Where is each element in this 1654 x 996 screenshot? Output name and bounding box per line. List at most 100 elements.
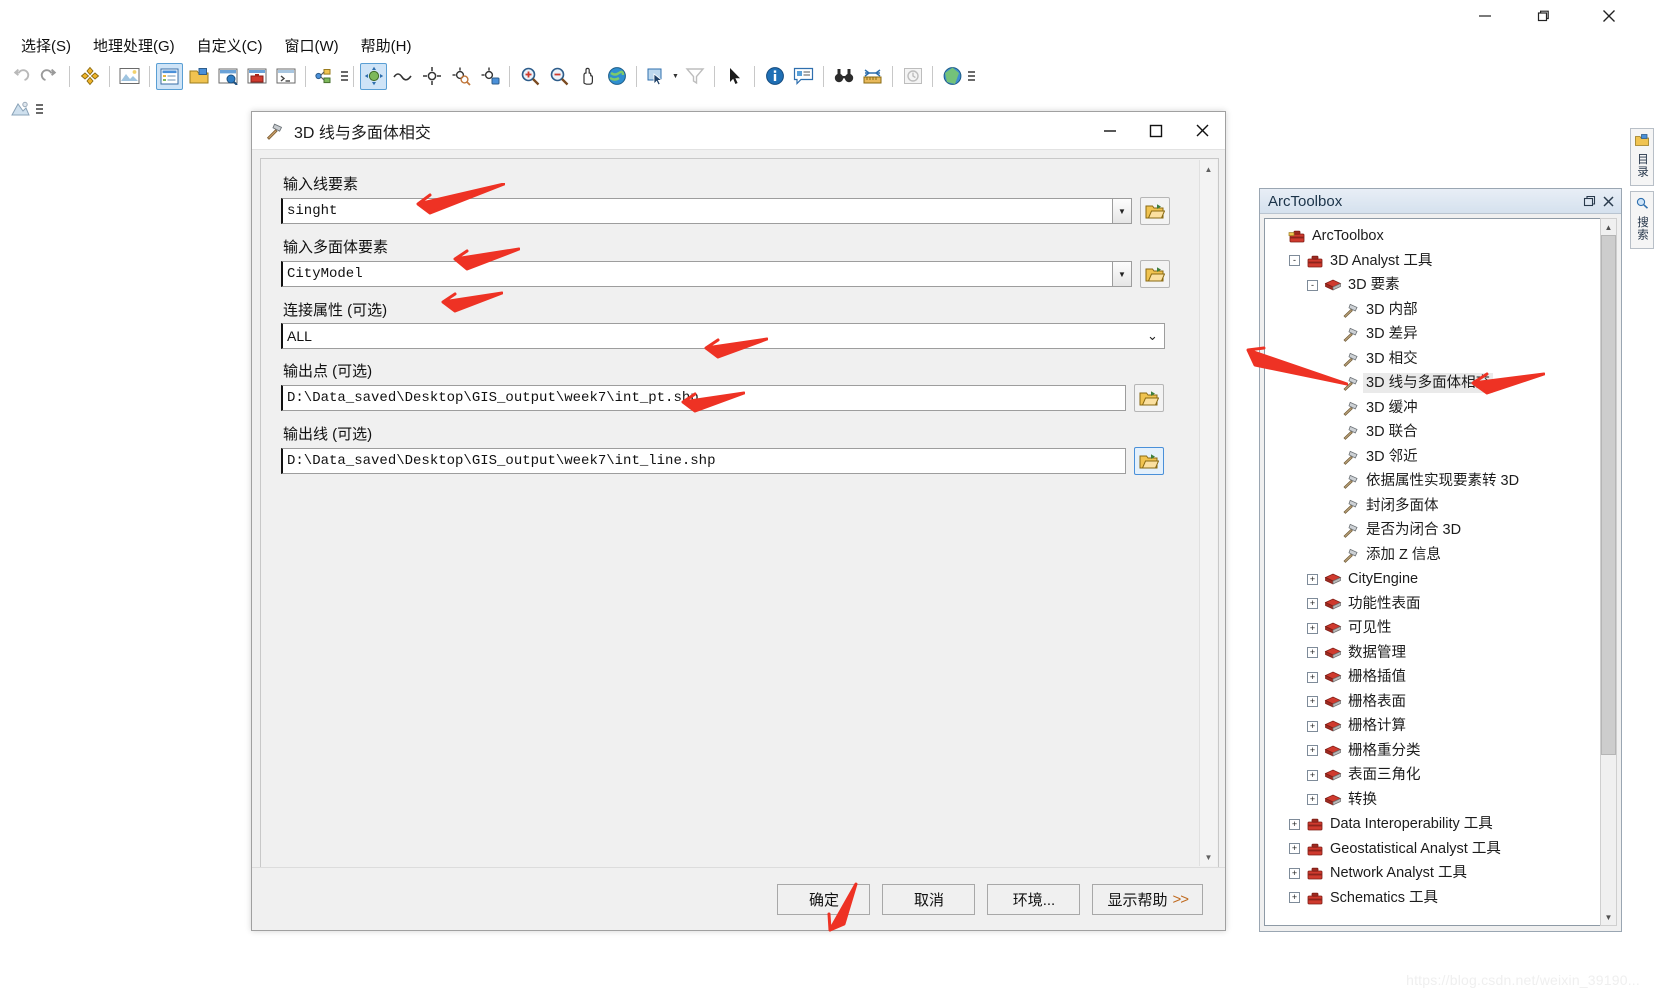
tree-item[interactable]: + 功能性表面 — [1271, 592, 1601, 617]
expand-icon[interactable]: + — [1307, 647, 1318, 659]
output-points-browse-button[interactable] — [1134, 384, 1164, 412]
set-observer-icon[interactable] — [476, 63, 503, 90]
search-window-icon[interactable] — [214, 63, 241, 90]
select-features-icon[interactable] — [643, 63, 670, 90]
tree-item[interactable]: 是否为闭合 3D — [1271, 518, 1601, 543]
tree-item[interactable]: 3D 内部 — [1271, 298, 1601, 323]
tree-item[interactable]: 添加 Z 信息 — [1271, 543, 1601, 568]
collapse-icon[interactable]: - — [1289, 255, 1300, 267]
tree-item[interactable]: + CityEngine — [1271, 567, 1601, 592]
dialog-scroll-down-icon[interactable]: ▼ — [1200, 848, 1217, 866]
full-extent-globe-icon[interactable] — [603, 63, 630, 90]
tree-item[interactable]: + 栅格重分类 — [1271, 739, 1601, 764]
input-line-features-dropdown-arrow[interactable]: ▼ — [1113, 198, 1132, 224]
html-popup-icon[interactable] — [790, 63, 817, 90]
time-slider-icon[interactable] — [899, 63, 926, 90]
restore-icon[interactable] — [1581, 193, 1598, 210]
expand-icon[interactable]: + — [1307, 769, 1318, 781]
output-lines-input[interactable]: D:\Data_saved\Desktop\GIS_output\week7\i… — [281, 448, 1126, 474]
tree-item[interactable]: 3D 差异 — [1271, 322, 1601, 347]
dialog-maximize-button[interactable] — [1133, 112, 1179, 149]
expand-icon[interactable]: + — [1307, 720, 1318, 732]
expand-icon[interactable]: + — [1307, 573, 1318, 585]
input-multipatch-features-input[interactable]: CityModel — [281, 261, 1113, 287]
output-lines-browse-button[interactable] — [1134, 447, 1164, 475]
model-builder-icon[interactable] — [312, 63, 339, 90]
expand-icon[interactable]: + — [1289, 843, 1300, 855]
expand-icon[interactable]: + — [1307, 745, 1318, 757]
tree-item[interactable]: + Geostatistical Analyst 工具 — [1271, 837, 1601, 862]
tree-item[interactable]: 3D 线与多面体相交 — [1271, 371, 1601, 396]
editor-add-icon[interactable] — [76, 63, 103, 90]
tree-item[interactable]: 3D 邻近 — [1271, 445, 1601, 470]
output-points-input[interactable]: D:\Data_saved\Desktop\GIS_output\week7\i… — [281, 385, 1126, 411]
tree-item[interactable]: 3D 联合 — [1271, 420, 1601, 445]
window-close-button[interactable] — [1586, 0, 1632, 31]
navigate-3d-icon[interactable] — [360, 62, 387, 90]
tree-item[interactable]: - 3D Analyst 工具 — [1271, 249, 1601, 274]
window-maximize-button[interactable] — [1520, 0, 1566, 31]
target-center-icon[interactable] — [418, 63, 445, 90]
zoom-to-target-icon[interactable] — [447, 63, 474, 90]
input-line-features-input[interactable]: singht — [281, 198, 1113, 224]
tree-item[interactable]: + Schematics 工具 — [1271, 886, 1601, 911]
arctoolbox-tree-container[interactable]: ArcToolbox -3D Analyst 工具 -3D 要素 3D 内部 3D 差异… — [1264, 218, 1602, 926]
toolbar2-overflow-button[interactable] — [35, 97, 43, 121]
tree-item[interactable]: + 表面三角化 — [1271, 763, 1601, 788]
tree-item[interactable]: + 数据管理 — [1271, 641, 1601, 666]
toolbar-overflow-button-2[interactable] — [967, 64, 975, 88]
table-of-contents-icon[interactable] — [156, 62, 183, 90]
arctoolbox-scrollbar[interactable]: ▲ ▼ — [1600, 218, 1617, 926]
select-elements-icon[interactable] — [721, 63, 748, 90]
identify-icon[interactable] — [761, 63, 788, 90]
join-attributes-dropdown-arrow[interactable]: ⌄ — [1143, 323, 1162, 349]
join-attributes-input[interactable]: ALL — [281, 323, 1165, 349]
tree-item[interactable]: + 可见性 — [1271, 616, 1601, 641]
tree-item[interactable]: - 3D 要素 — [1271, 273, 1601, 298]
expand-icon[interactable]: + — [1307, 671, 1318, 683]
scroll-up-icon[interactable]: ▲ — [1601, 219, 1616, 235]
expand-icon[interactable]: + — [1307, 598, 1318, 610]
zoom-in-icon[interactable] — [516, 63, 543, 90]
cancel-button[interactable]: 取消 — [882, 883, 976, 915]
tree-item[interactable]: + 栅格表面 — [1271, 690, 1601, 715]
tree-item[interactable]: 封闭多面体 — [1271, 494, 1601, 519]
dialog-scroll-up-icon[interactable]: ▲ — [1200, 160, 1217, 178]
menu-item-geoprocessing[interactable]: 地理处理(G) — [82, 33, 186, 58]
menu-item-clipped[interactable]: ) — [0, 35, 10, 56]
animation-icon[interactable] — [939, 63, 966, 90]
ok-button[interactable]: 确定 — [777, 883, 871, 915]
tree-item[interactable]: ArcToolbox — [1271, 224, 1601, 249]
zoom-out-icon[interactable] — [545, 63, 572, 90]
input-line-features-browse-button[interactable] — [1140, 197, 1170, 225]
menu-item-window[interactable]: 窗口(W) — [274, 33, 350, 58]
tree-item[interactable]: + Data Interoperability 工具 — [1271, 812, 1601, 837]
tree-item[interactable]: 依据属性实现要素转 3D — [1271, 469, 1601, 494]
python-window-icon[interactable] — [272, 63, 299, 90]
input-multipatch-features-browse-button[interactable] — [1140, 260, 1170, 288]
dialog-minimize-button[interactable] — [1087, 112, 1133, 149]
tree-item[interactable]: 3D 相交 — [1271, 347, 1601, 372]
expand-icon[interactable]: + — [1307, 696, 1318, 708]
dialog-close-button[interactable] — [1179, 112, 1225, 149]
edge-tab-search[interactable]: 搜索 — [1630, 191, 1654, 249]
show-help-button[interactable]: 显示帮助 >> — [1092, 883, 1203, 915]
effects-icon[interactable] — [7, 96, 34, 123]
catalog-window-icon[interactable] — [185, 63, 212, 90]
chevron-down-icon[interactable]: ▼ — [671, 63, 680, 90]
find-icon[interactable] — [830, 63, 857, 90]
scrollbar-thumb[interactable] — [1601, 235, 1616, 755]
tree-item[interactable]: + 转换 — [1271, 788, 1601, 813]
menu-item-selection[interactable]: 选择(S) — [10, 33, 82, 58]
tree-item[interactable]: 3D 缓冲 — [1271, 396, 1601, 421]
arctoolbox-window-icon[interactable] — [243, 63, 270, 90]
tree-item[interactable]: + 栅格计算 — [1271, 714, 1601, 739]
menu-item-help[interactable]: 帮助(H) — [350, 33, 423, 58]
clear-selection-icon[interactable] — [681, 63, 708, 90]
close-icon[interactable] — [1600, 193, 1617, 210]
pan-icon[interactable] — [574, 63, 601, 90]
expand-icon[interactable]: + — [1289, 892, 1300, 904]
layout-view-icon[interactable] — [116, 63, 143, 90]
undo-icon[interactable] — [7, 63, 34, 90]
input-multipatch-features-dropdown-arrow[interactable]: ▼ — [1113, 261, 1132, 287]
